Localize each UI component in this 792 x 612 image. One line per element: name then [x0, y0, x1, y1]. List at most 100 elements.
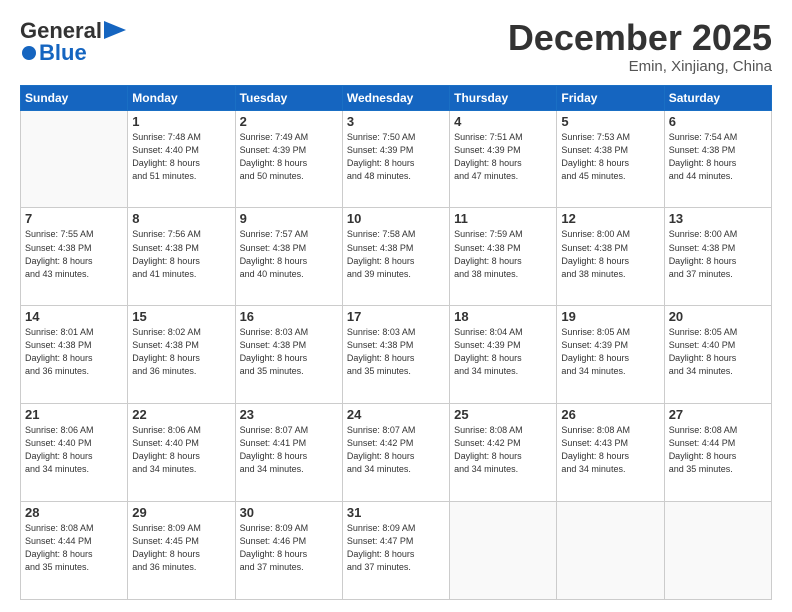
day-info: Sunrise: 8:00 AM Sunset: 4:38 PM Dayligh… [561, 228, 659, 280]
calendar-cell: 2Sunrise: 7:49 AM Sunset: 4:39 PM Daylig… [235, 110, 342, 208]
calendar-cell [450, 502, 557, 600]
calendar-cell: 15Sunrise: 8:02 AM Sunset: 4:38 PM Dayli… [128, 306, 235, 404]
day-info: Sunrise: 7:56 AM Sunset: 4:38 PM Dayligh… [132, 228, 230, 280]
day-info: Sunrise: 8:07 AM Sunset: 4:42 PM Dayligh… [347, 424, 445, 476]
day-number: 18 [454, 309, 552, 324]
calendar-day-header: Saturday [664, 85, 771, 110]
day-number: 3 [347, 114, 445, 129]
calendar-day-header: Sunday [21, 85, 128, 110]
calendar-cell: 13Sunrise: 8:00 AM Sunset: 4:38 PM Dayli… [664, 208, 771, 306]
calendar-week-row: 28 Sunrise: 8:08 AM Sunset: 4:44 PM Dayli… [21, 502, 772, 600]
day-number: 4 [454, 114, 552, 129]
calendar-week-row: 1 Sunrise: 7:48 AM Sunset: 4:40 PM Daylig… [21, 110, 772, 208]
day-number: 1 [132, 114, 230, 129]
day-info: Sunrise: 7:57 AM Sunset: 4:38 PM Dayligh… [240, 228, 338, 280]
day-info: Sunrise: 7:49 AM Sunset: 4:39 PM Dayligh… [240, 131, 338, 183]
day-number: 27 [669, 407, 767, 422]
calendar-day-header: Tuesday [235, 85, 342, 110]
day-number: 9 [240, 211, 338, 226]
day-number: 11 [454, 211, 552, 226]
day-info: Sunrise: 8:07 AM Sunset: 4:41 PM Dayligh… [240, 424, 338, 476]
day-info: Sunrise: 8:08 AM Sunset: 4:44 PM Dayligh… [669, 424, 767, 476]
calendar-cell: 11 Sunrise: 7:59 AM Sunset: 4:38 PM Dayli… [450, 208, 557, 306]
day-info: Sunrise: 8:04 AM Sunset: 4:39 PM Dayligh… [454, 326, 552, 378]
calendar-cell: 12 Sunrise: 8:00 AM Sunset: 4:38 PM Dayli… [557, 208, 664, 306]
calendar-cell: 21 Sunrise: 8:06 AM Sunset: 4:40 PM Dayli… [21, 404, 128, 502]
calendar-cell: 9 Sunrise: 7:57 AM Sunset: 4:38 PM Daylig… [235, 208, 342, 306]
calendar-cell: 14Sunrise: 8:01 AM Sunset: 4:38 PM Dayli… [21, 306, 128, 404]
calendar-cell [21, 110, 128, 208]
location-subtitle: Emin, Xinjiang, China [508, 58, 772, 75]
logo-arrow-icon [104, 21, 126, 39]
day-number: 7 [25, 211, 123, 226]
day-number: 8 [132, 211, 230, 226]
day-info: Sunrise: 8:08 AM Sunset: 4:43 PM Dayligh… [561, 424, 659, 476]
day-number: 12 [561, 211, 659, 226]
day-number: 5 [561, 114, 659, 129]
calendar-day-header: Monday [128, 85, 235, 110]
day-info: Sunrise: 7:54 AM Sunset: 4:38 PM Dayligh… [669, 131, 767, 183]
day-info: Sunrise: 7:53 AM Sunset: 4:38 PM Dayligh… [561, 131, 659, 183]
calendar-cell: 18 Sunrise: 8:04 AM Sunset: 4:39 PM Dayli… [450, 306, 557, 404]
calendar-cell: 19Sunrise: 8:05 AM Sunset: 4:39 PM Dayli… [557, 306, 664, 404]
day-number: 21 [25, 407, 123, 422]
day-number: 6 [669, 114, 767, 129]
calendar-week-row: 7 Sunrise: 7:55 AM Sunset: 4:38 PM Daylig… [21, 208, 772, 306]
calendar-cell: 27 Sunrise: 8:08 AM Sunset: 4:44 PM Dayli… [664, 404, 771, 502]
calendar-cell: 20 Sunrise: 8:05 AM Sunset: 4:40 PM Dayli… [664, 306, 771, 404]
calendar-cell: 26 Sunrise: 8:08 AM Sunset: 4:43 PM Dayli… [557, 404, 664, 502]
calendar-cell: 22 Sunrise: 8:06 AM Sunset: 4:40 PM Dayli… [128, 404, 235, 502]
day-number: 13 [669, 211, 767, 226]
day-number: 17 [347, 309, 445, 324]
day-number: 31 [347, 505, 445, 520]
day-info: Sunrise: 8:09 AM Sunset: 4:47 PM Dayligh… [347, 522, 445, 574]
calendar-cell: 29Sunrise: 8:09 AM Sunset: 4:45 PM Dayli… [128, 502, 235, 600]
title-block: December 2025 Emin, Xinjiang, China [508, 18, 772, 75]
header: General Blue December 2025 Emin, Xinjian… [20, 18, 772, 75]
day-info: Sunrise: 8:05 AM Sunset: 4:39 PM Dayligh… [561, 326, 659, 378]
calendar-cell: 25 Sunrise: 8:08 AM Sunset: 4:42 PM Dayli… [450, 404, 557, 502]
logo: General Blue [20, 18, 126, 66]
calendar-cell [557, 502, 664, 600]
day-info: Sunrise: 8:03 AM Sunset: 4:38 PM Dayligh… [240, 326, 338, 378]
day-number: 15 [132, 309, 230, 324]
day-info: Sunrise: 7:55 AM Sunset: 4:38 PM Dayligh… [25, 228, 123, 280]
calendar-week-row: 14Sunrise: 8:01 AM Sunset: 4:38 PM Dayli… [21, 306, 772, 404]
day-info: Sunrise: 8:06 AM Sunset: 4:40 PM Dayligh… [25, 424, 123, 476]
calendar-cell: 30 Sunrise: 8:09 AM Sunset: 4:46 PM Dayli… [235, 502, 342, 600]
calendar-cell: 10Sunrise: 7:58 AM Sunset: 4:38 PM Dayli… [342, 208, 449, 306]
day-number: 24 [347, 407, 445, 422]
day-info: Sunrise: 7:48 AM Sunset: 4:40 PM Dayligh… [132, 131, 230, 183]
day-number: 20 [669, 309, 767, 324]
calendar-table: SundayMondayTuesdayWednesdayThursdayFrid… [20, 85, 772, 600]
calendar-cell: 8 Sunrise: 7:56 AM Sunset: 4:38 PM Daylig… [128, 208, 235, 306]
day-info: Sunrise: 8:08 AM Sunset: 4:42 PM Dayligh… [454, 424, 552, 476]
day-info: Sunrise: 8:09 AM Sunset: 4:46 PM Dayligh… [240, 522, 338, 574]
page: General Blue December 2025 Emin, Xinjian… [0, 0, 792, 612]
calendar-cell: 6 Sunrise: 7:54 AM Sunset: 4:38 PM Daylig… [664, 110, 771, 208]
day-number: 10 [347, 211, 445, 226]
day-number: 25 [454, 407, 552, 422]
day-info: Sunrise: 8:03 AM Sunset: 4:38 PM Dayligh… [347, 326, 445, 378]
day-info: Sunrise: 7:59 AM Sunset: 4:38 PM Dayligh… [454, 228, 552, 280]
calendar-cell: 23 Sunrise: 8:07 AM Sunset: 4:41 PM Dayli… [235, 404, 342, 502]
calendar-cell: 4Sunrise: 7:51 AM Sunset: 4:39 PM Daylig… [450, 110, 557, 208]
calendar-cell: 16 Sunrise: 8:03 AM Sunset: 4:38 PM Dayli… [235, 306, 342, 404]
day-info: Sunrise: 8:05 AM Sunset: 4:40 PM Dayligh… [669, 326, 767, 378]
day-number: 16 [240, 309, 338, 324]
calendar-day-header: Friday [557, 85, 664, 110]
month-title: December 2025 [508, 18, 772, 58]
calendar-cell: 24 Sunrise: 8:07 AM Sunset: 4:42 PM Dayli… [342, 404, 449, 502]
day-number: 23 [240, 407, 338, 422]
day-info: Sunrise: 8:08 AM Sunset: 4:44 PM Dayligh… [25, 522, 123, 574]
day-number: 29 [132, 505, 230, 520]
calendar-day-header: Thursday [450, 85, 557, 110]
day-number: 28 [25, 505, 123, 520]
day-info: Sunrise: 8:01 AM Sunset: 4:38 PM Dayligh… [25, 326, 123, 378]
calendar-week-row: 21 Sunrise: 8:06 AM Sunset: 4:40 PM Dayli… [21, 404, 772, 502]
calendar-cell: 28 Sunrise: 8:08 AM Sunset: 4:44 PM Dayli… [21, 502, 128, 600]
day-number: 30 [240, 505, 338, 520]
day-number: 26 [561, 407, 659, 422]
day-info: Sunrise: 8:06 AM Sunset: 4:40 PM Dayligh… [132, 424, 230, 476]
day-number: 22 [132, 407, 230, 422]
